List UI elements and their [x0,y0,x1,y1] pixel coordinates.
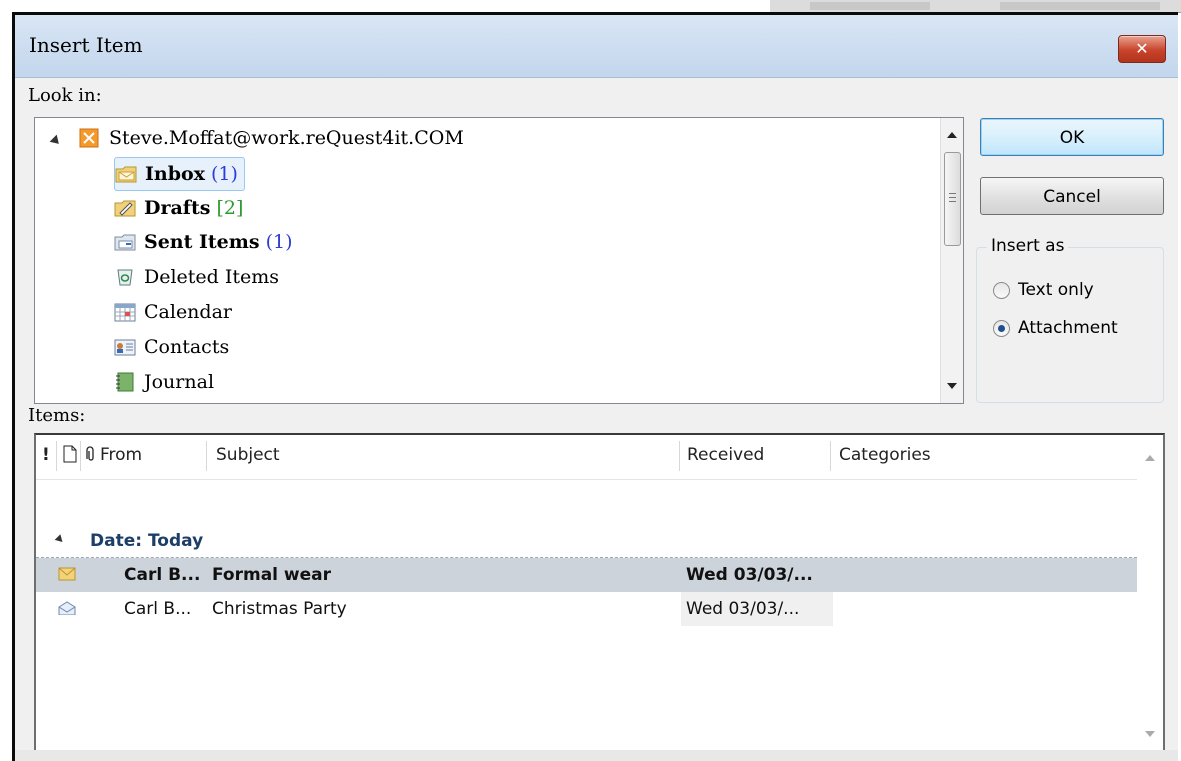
tree-item-contacts[interactable]: Contacts [114,331,229,363]
date-group-header[interactable]: Date: Today [36,527,1137,558]
journal-icon [114,372,136,392]
item-count-drafts: [2] [216,197,244,219]
mail-from: Carl B... [124,599,192,619]
tree-item-journal[interactable]: Journal [114,366,214,398]
text-only-radio[interactable]: Text only [993,280,1094,300]
attachment-radio[interactable]: Attachment [993,318,1118,338]
tree-item-sent-items[interactable]: Sent Items (1) [114,226,293,258]
unread-count-sent-items: (1) [265,231,293,253]
window-title: Insert Item [29,33,143,57]
mail-item-row[interactable]: Carl B... Formal wear Wed 03/03/... [36,558,1137,592]
scroll-down-arrow-icon[interactable] [1145,731,1155,737]
contacts-icon [114,337,136,357]
inbox-folder-icon [115,164,137,184]
mail-subject: Formal wear [212,565,332,585]
items-label: Items: [28,405,86,426]
from-column-header[interactable]: From [100,445,142,465]
account-name: Steve.Moffat@work.reQuest4it.COM [109,127,464,149]
sent-items-folder-icon [114,232,136,252]
items-list[interactable]: ! From Subject Received Categories Date:… [34,433,1165,753]
folder-label-sent-items: Sent Items [144,231,260,253]
mail-received: Wed 03/03/... [686,599,800,619]
mailbox-icon [79,128,101,148]
radio-checked-icon [993,319,1010,337]
read-envelope-icon [58,601,76,615]
drafts-folder-icon [114,198,136,218]
folder-label-calendar: Calendar [144,301,232,323]
radio-unchecked-icon [993,281,1010,299]
mail-from: Carl B... [124,565,201,585]
date-group-label: Date: Today [90,531,204,551]
unread-count-inbox: (1) [211,163,238,185]
scroll-thumb[interactable] [944,152,961,246]
tree-item-inbox[interactable]: Inbox (1) [114,157,245,191]
text-only-label: Text only [1018,280,1094,300]
title-bar[interactable]: Insert Item ✕ [15,15,1178,78]
unread-envelope-icon [58,567,76,581]
scroll-up-arrow-icon[interactable] [947,132,957,138]
items-scrollbar[interactable] [1137,435,1163,751]
folder-tree[interactable]: Steve.Moffat@work.reQuest4it.COM Inbox (… [34,117,964,404]
collapse-arrow-icon[interactable] [49,134,63,148]
look-in-label: Look in: [28,85,102,106]
recycle-bin-icon [114,267,136,287]
attachment-column-icon[interactable] [83,445,97,468]
dialog-bottom-edge [15,750,1178,761]
received-column-header[interactable]: Received [687,445,764,465]
insert-as-group: Insert as Text only Attachment [976,236,1164,403]
items-header: ! From Subject Received Categories [36,435,1137,480]
attachment-label: Attachment [1018,318,1118,338]
tree-item-calendar[interactable]: Calendar [114,296,232,328]
folder-label-journal: Journal [144,371,215,393]
scroll-up-arrow-icon[interactable] [1145,455,1155,461]
mail-received: Wed 03/03/... [686,565,813,585]
tree-item-deleted-items[interactable]: Deleted Items [114,261,279,293]
close-button[interactable]: ✕ [1118,35,1166,63]
insert-item-dialog: Insert Item ✕ Look in: Steve.Moffat@work… [12,12,1178,761]
collapse-group-icon[interactable] [54,534,66,545]
calendar-icon [114,302,136,322]
scroll-down-arrow-icon[interactable] [947,383,957,389]
mail-subject: Christmas Party [212,599,347,619]
ok-button[interactable]: OK [980,118,1164,156]
close-icon: ✕ [1135,39,1149,58]
categories-column-header[interactable]: Categories [839,445,931,465]
folder-label-inbox: Inbox [145,163,205,185]
tree-item-drafts[interactable]: Drafts [2] [114,192,243,224]
folder-label-deleted-items: Deleted Items [144,266,280,288]
folder-label-contacts: Contacts [144,336,230,358]
insert-as-title: Insert as [987,236,1069,256]
importance-column-header[interactable]: ! [42,445,50,465]
folder-label-drafts: Drafts [144,197,211,219]
subject-column-header[interactable]: Subject [216,445,280,465]
item-type-column-icon[interactable] [63,445,77,468]
mail-item-row[interactable]: Carl B... Christmas Party Wed 03/03/... [36,592,1137,626]
cancel-button[interactable]: Cancel [980,177,1164,215]
folder-tree-scrollbar[interactable] [940,118,963,403]
tree-item-account[interactable]: Steve.Moffat@work.reQuest4it.COM [79,122,464,154]
